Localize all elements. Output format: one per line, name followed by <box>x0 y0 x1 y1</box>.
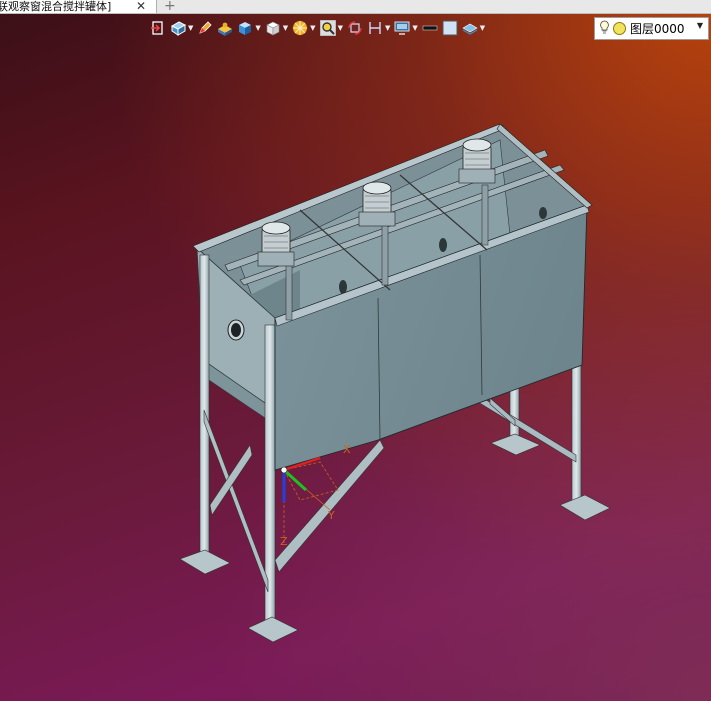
foot-plate <box>247 616 299 643</box>
agitator-motor <box>257 221 295 267</box>
foot-plate <box>559 494 611 521</box>
agitator-motor <box>458 138 496 184</box>
foot-plate <box>490 433 541 456</box>
triad-x-label: X <box>343 443 351 456</box>
agitator-motor <box>358 181 396 227</box>
cad-viewport[interactable]: X Y Z <box>0 0 711 701</box>
triad-z-label: Z <box>280 535 288 548</box>
foot-plate <box>179 549 231 575</box>
triad-y-label: Y <box>327 509 335 522</box>
